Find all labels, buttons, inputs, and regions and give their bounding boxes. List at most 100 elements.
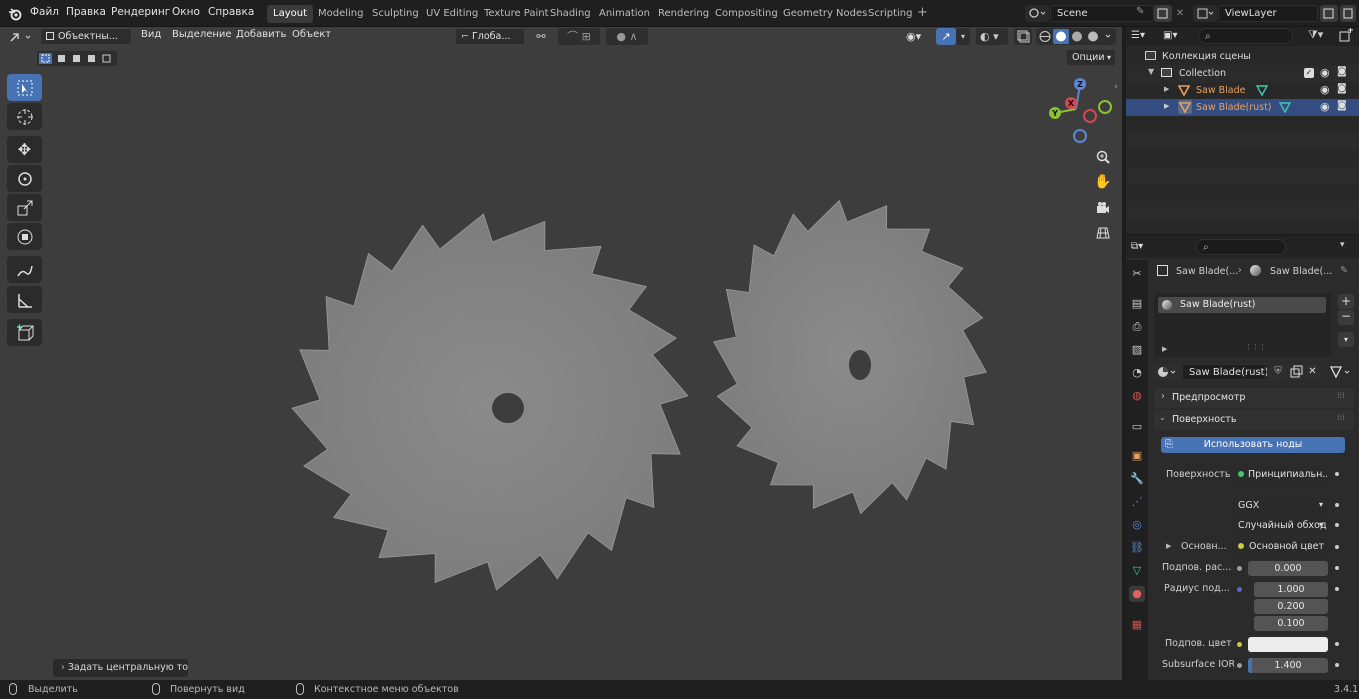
tab-scripting[interactable]: Scripting [862, 5, 918, 23]
new-collection-icon[interactable] [1338, 28, 1354, 44]
tab-compositing[interactable]: Compositing [709, 5, 784, 23]
scale-tool[interactable] [7, 194, 42, 221]
object-menu[interactable]: Объект [292, 29, 331, 40]
3d-viewport[interactable] [0, 27, 1122, 680]
hand-pan-icon[interactable]: ✋ [1092, 171, 1114, 193]
saw-blade-right[interactable] [712, 199, 988, 515]
collection-row[interactable]: ▼ Collection ✓ ◉ ◙ [1126, 65, 1359, 82]
fake-user-icon[interactable]: ⛨ [1269, 364, 1287, 380]
select-mode-buttons[interactable] [37, 51, 117, 66]
distribution-dropdown[interactable]: GGX ▾ [1232, 497, 1328, 513]
perspective-grid-icon[interactable] [1092, 222, 1114, 244]
xray-icon[interactable] [1014, 28, 1032, 45]
properties-editor-icon[interactable]: ⧉▾ [1131, 239, 1159, 255]
render-tab-icon[interactable]: ▤ [1129, 296, 1145, 312]
scene-tab-icon[interactable]: ◔ [1129, 365, 1145, 381]
tab-shading[interactable]: Shading [544, 5, 597, 23]
view-layer-type-icon[interactable] [1193, 5, 1217, 22]
keyframe-dot-icon[interactable] [1335, 566, 1339, 570]
collection-visibility-icon[interactable]: ◉ [1320, 66, 1330, 79]
add-workspace-button[interactable]: + [917, 5, 928, 20]
select-menu[interactable]: Выделение [172, 29, 232, 40]
visibility-icon[interactable]: ◉ [1320, 83, 1330, 96]
tab-uv-editing[interactable]: UV Editing [420, 5, 484, 23]
socket-color-icon[interactable] [1234, 639, 1245, 650]
add-slot-button[interactable]: + [1338, 294, 1354, 309]
last-operator-panel[interactable]: › Задать центральную точк [53, 659, 188, 677]
subsurface-radius-x[interactable]: 1.000 [1254, 582, 1328, 597]
add-menu[interactable]: Добавить [236, 29, 286, 40]
blender-logo-icon[interactable] [8, 7, 22, 21]
transform-orientation-dropdown[interactable]: ⌐ Глоба... [455, 28, 525, 45]
menu-help[interactable]: Справка [208, 6, 254, 18]
expand-arrow-icon[interactable]: ▶ [1164, 102, 1169, 110]
socket-grey-icon[interactable] [1234, 563, 1245, 574]
properties-search-field[interactable]: ⌕ [1196, 239, 1286, 255]
snap-icon[interactable]: ⌒ ⊞ [558, 28, 600, 45]
editor-type-icon[interactable] [7, 29, 35, 46]
collection-render-icon[interactable]: ◙ [1337, 66, 1347, 77]
subsurface-color-swatch[interactable] [1248, 637, 1328, 652]
annotate-tool[interactable] [7, 256, 42, 283]
socket-grey-icon[interactable] [1234, 660, 1245, 671]
options-dropdown[interactable]: Опции ▾ [1066, 49, 1116, 66]
keyframe-dot-icon[interactable] [1335, 472, 1339, 476]
use-nodes-button[interactable]: ⎘ Использовать ноды [1161, 437, 1345, 453]
saw-blade-left[interactable] [291, 213, 689, 591]
keyframe-dot-icon[interactable] [1335, 587, 1339, 591]
render-icon[interactable]: ◙ [1337, 100, 1347, 111]
surface-panel-header[interactable]: ⌄ Поверхность ⁞⁞⁞ [1154, 410, 1354, 430]
tool-tab-icon[interactable]: ✂ [1129, 266, 1145, 282]
browse-material-icon[interactable] [1155, 364, 1181, 380]
drag-handle-icon[interactable]: ⁞⁞⁞ [1337, 391, 1345, 400]
menu-render[interactable]: Рендеринг [111, 6, 170, 18]
view-layer-field[interactable]: ViewLayer [1218, 5, 1318, 22]
base-color-input[interactable]: Основной цвет [1232, 538, 1328, 555]
unlink-material-icon[interactable]: ✕ [1305, 364, 1320, 380]
keyframe-dot-icon[interactable] [1335, 503, 1339, 507]
delete-scene-icon[interactable]: ✕ [1173, 5, 1187, 22]
menu-file[interactable]: Файл [30, 6, 59, 18]
view-menu[interactable]: Вид [141, 29, 161, 40]
gizmo-dropdown-icon[interactable]: ▾ [956, 28, 970, 45]
preview-panel-header[interactable]: › Предпросмотр ⁞⁞⁞ [1154, 388, 1354, 408]
subsurface-weight-field[interactable]: 0.000 [1248, 561, 1328, 576]
menu-edit[interactable]: Правка [66, 6, 106, 18]
keyframe-dot-icon[interactable] [1335, 663, 1339, 667]
subsurface-ior-field[interactable]: 1.400 [1248, 658, 1328, 673]
collection-checkbox[interactable]: ✓ [1304, 68, 1314, 78]
overlays-icon[interactable]: ◐ ▾ [976, 28, 1008, 45]
tab-modeling[interactable]: Modeling [312, 5, 370, 23]
rotate-tool[interactable] [7, 165, 42, 192]
tab-animation[interactable]: Animation [593, 5, 656, 23]
tab-sculpting[interactable]: Sculpting [366, 5, 425, 23]
viewport-visibility-icon[interactable]: ◉▾ [906, 28, 934, 45]
cursor-tool[interactable] [7, 103, 42, 130]
zoom-icon[interactable] [1092, 146, 1114, 168]
pin-icon[interactable]: ✎ [1136, 6, 1150, 20]
expand-arrow-icon[interactable]: ▶ [1162, 345, 1167, 353]
scene-collection-row[interactable]: Коллекция сцены [1126, 48, 1359, 65]
particles-tab-icon[interactable]: ⋰ [1129, 494, 1145, 510]
subsurface-radius-z[interactable]: 0.100 [1254, 616, 1328, 631]
proportional-edit-icon[interactable]: ● ∧ [606, 28, 648, 45]
subsurface-method-dropdown[interactable]: Случайный обход ▾ [1232, 517, 1328, 533]
transform-tool[interactable] [7, 223, 42, 250]
new-view-layer-icon[interactable] [1320, 5, 1338, 22]
pin-icon[interactable]: ✎ [1340, 265, 1348, 276]
filter-icon[interactable]: ⧩▾ [1308, 28, 1332, 44]
add-cube-tool[interactable] [7, 319, 42, 346]
view-layer-tab-icon[interactable]: ▨ [1129, 342, 1145, 358]
material-tab-icon[interactable]: ● [1129, 586, 1145, 602]
subsurface-radius-y[interactable]: 0.200 [1254, 599, 1328, 614]
measure-tool[interactable] [7, 286, 42, 313]
keyframe-dot-icon[interactable] [1335, 523, 1339, 527]
keyframe-dot-icon[interactable] [1335, 642, 1339, 646]
scene-type-icon[interactable] [1025, 5, 1049, 22]
render-icon[interactable]: ◙ [1337, 83, 1347, 94]
object-tab-icon[interactable]: ▣ [1129, 448, 1145, 464]
collapse-arrow-icon[interactable]: ‹ [1114, 82, 1118, 92]
modifier-tab-icon[interactable]: 🔧 [1129, 471, 1145, 487]
resize-handle-icon[interactable]: ⋮⋮⋮ [1245, 343, 1266, 351]
menu-window[interactable]: Окно [172, 6, 200, 18]
